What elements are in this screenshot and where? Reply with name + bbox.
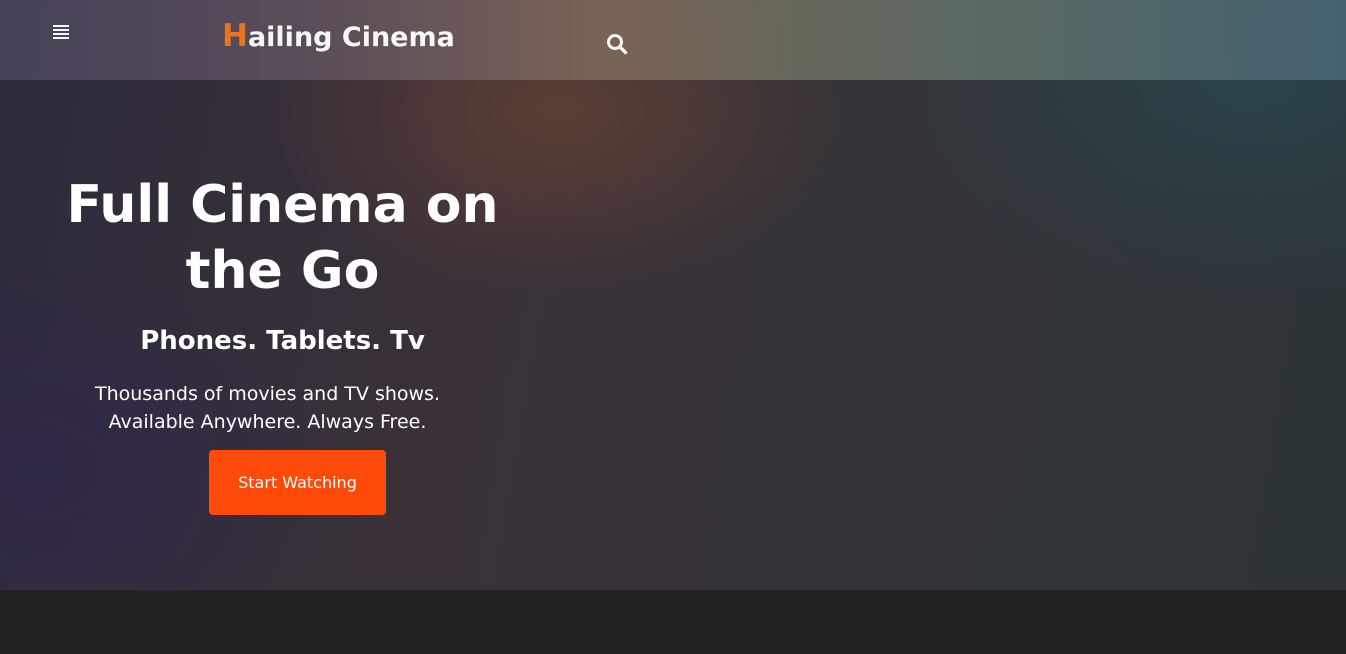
- hero-title: Full Cinema on the Go: [60, 172, 505, 304]
- top-navbar: Hailing Cinema: [0, 0, 1346, 80]
- brand-name: ailing Cinema: [247, 22, 455, 53]
- hero-desc-line2: Available Anywhere. Always Free.: [108, 411, 427, 433]
- site-logo[interactable]: Hailing Cinema: [222, 18, 455, 58]
- page: Hailing Cinema Full Cinema on the Go Phon…: [0, 0, 1346, 654]
- content-section: [0, 590, 1346, 654]
- brand-initial: H: [222, 18, 248, 54]
- start-watching-button[interactable]: Start Watching: [209, 450, 386, 515]
- hamburger-menu-icon[interactable]: [53, 25, 71, 41]
- search-icon[interactable]: [605, 32, 629, 56]
- hero-subtitle: Phones. Tablets. Tv: [140, 326, 425, 356]
- hero-desc-line1: Thousands of movies and TV shows.: [94, 383, 440, 405]
- hero-title-line2: the Go: [185, 241, 380, 301]
- hero-description: Thousands of movies and TV shows. Availab…: [60, 380, 475, 436]
- hero-title-line1: Full Cinema on: [66, 175, 499, 235]
